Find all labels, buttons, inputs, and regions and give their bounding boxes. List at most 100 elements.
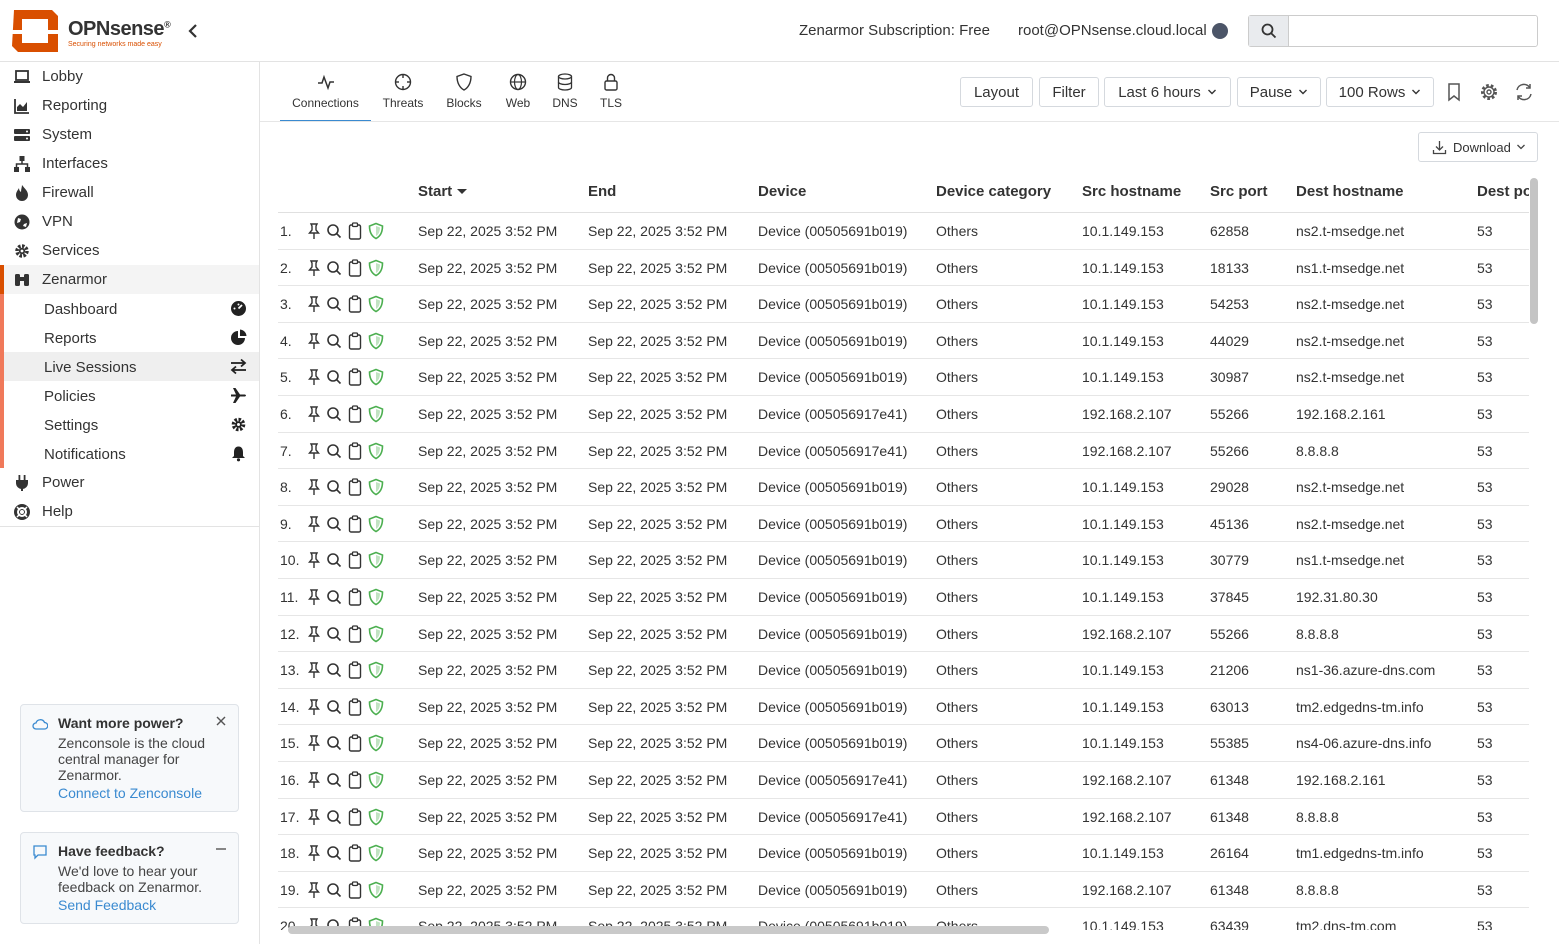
- column-header-src-port[interactable]: Src port: [1210, 183, 1268, 200]
- table-row[interactable]: 16. Sep 22, 2025 3:52 PM Sep 22, 2025 3:52…: [278, 762, 1529, 799]
- sidebar-subitem-live-sessions[interactable]: Live Sessions: [4, 352, 259, 381]
- search-icon[interactable]: [326, 588, 342, 606]
- search-icon[interactable]: [326, 625, 342, 643]
- pin-icon[interactable]: [306, 661, 322, 679]
- search-icon[interactable]: [326, 734, 342, 752]
- table-row[interactable]: 8. Sep 22, 2025 3:52 PM Sep 22, 2025 3:52 …: [278, 469, 1529, 506]
- pin-icon[interactable]: [306, 551, 322, 569]
- sidebar-item-interfaces[interactable]: Interfaces: [0, 149, 259, 178]
- pin-icon[interactable]: [306, 442, 322, 460]
- sidebar-item-zenarmor[interactable]: Zenarmor: [0, 265, 259, 294]
- shield-icon[interactable]: [368, 442, 384, 460]
- shield-icon[interactable]: [368, 844, 384, 862]
- table-row[interactable]: 5. Sep 22, 2025 3:52 PM Sep 22, 2025 3:52 …: [278, 359, 1529, 396]
- shield-icon[interactable]: [368, 698, 384, 716]
- table-row[interactable]: 1. Sep 22, 2025 3:52 PM Sep 22, 2025 3:52 …: [278, 213, 1529, 250]
- search-input[interactable]: [1290, 16, 1536, 46]
- clipboard-icon[interactable]: [347, 881, 363, 899]
- shield-icon[interactable]: [368, 332, 384, 350]
- tab-connections[interactable]: Connections: [280, 62, 371, 122]
- tab-threats[interactable]: Threats: [377, 62, 429, 122]
- sidebar-item-reporting[interactable]: Reporting: [0, 91, 259, 120]
- clipboard-icon[interactable]: [347, 515, 363, 533]
- shield-icon[interactable]: [368, 588, 384, 606]
- search-icon[interactable]: [326, 808, 342, 826]
- pin-icon[interactable]: [306, 808, 322, 826]
- sidebar-item-services[interactable]: Services: [0, 236, 259, 265]
- pin-icon[interactable]: [306, 881, 322, 899]
- table-row[interactable]: 11. Sep 22, 2025 3:52 PM Sep 22, 2025 3:52…: [278, 579, 1529, 616]
- vertical-scrollbar[interactable]: [1530, 178, 1538, 324]
- clipboard-icon[interactable]: [347, 295, 363, 313]
- clipboard-icon[interactable]: [347, 624, 363, 643]
- download-button[interactable]: Download: [1418, 132, 1538, 162]
- table-row[interactable]: 9. Sep 22, 2025 3:52 PM Sep 22, 2025 3:52 …: [278, 506, 1529, 543]
- sidebar-item-system[interactable]: System: [0, 120, 259, 149]
- pin-icon[interactable]: [306, 515, 322, 533]
- shield-icon[interactable]: [368, 405, 384, 423]
- search-icon[interactable]: [326, 295, 342, 313]
- pin-icon[interactable]: [306, 478, 322, 496]
- column-header-end[interactable]: End: [588, 183, 616, 200]
- search-icon[interactable]: [326, 222, 342, 240]
- shield-icon[interactable]: [368, 661, 384, 679]
- shield-icon[interactable]: [368, 881, 384, 899]
- sidebar-subitem-dashboard[interactable]: Dashboard: [4, 294, 259, 323]
- rows-per-page-dropdown[interactable]: 100 Rows: [1326, 77, 1434, 107]
- send-feedback-link[interactable]: Send Feedback: [58, 897, 156, 913]
- pin-icon[interactable]: [306, 368, 322, 386]
- clipboard-icon[interactable]: [347, 478, 363, 496]
- search-button[interactable]: [1249, 16, 1289, 46]
- sidebar-subitem-reports[interactable]: Reports: [4, 323, 259, 352]
- opnsense-logo[interactable]: OPNsense® Securing networks made easy: [10, 6, 171, 56]
- pin-icon[interactable]: [306, 771, 322, 789]
- column-header-src-hostname[interactable]: Src hostname: [1082, 183, 1181, 200]
- time-range-dropdown[interactable]: Last 6 hours: [1104, 77, 1231, 107]
- pin-icon[interactable]: [306, 844, 322, 862]
- table-row[interactable]: 12. Sep 22, 2025 3:52 PM Sep 22, 2025 3:52…: [278, 616, 1529, 653]
- sidebar-subitem-policies[interactable]: Policies: [4, 381, 259, 410]
- sidebar-subitem-settings[interactable]: Settings: [4, 410, 259, 439]
- table-row[interactable]: 4. Sep 22, 2025 3:52 PM Sep 22, 2025 3:52 …: [278, 323, 1529, 360]
- table-row[interactable]: 10. Sep 22, 2025 3:52 PM Sep 22, 2025 3:52…: [278, 542, 1529, 579]
- pin-icon[interactable]: [306, 625, 322, 643]
- column-header-dest-port[interactable]: Dest po: [1477, 183, 1529, 200]
- pin-icon[interactable]: [306, 332, 322, 350]
- sidebar-item-lobby[interactable]: Lobby: [0, 62, 259, 91]
- shield-icon[interactable]: [368, 515, 384, 533]
- search-icon[interactable]: [326, 478, 342, 496]
- horizontal-scrollbar[interactable]: [288, 926, 1049, 934]
- pin-icon[interactable]: [306, 295, 322, 313]
- sidebar-item-help[interactable]: Help: [0, 497, 259, 526]
- table-row[interactable]: 18. Sep 22, 2025 3:52 PM Sep 22, 2025 3:52…: [278, 835, 1529, 872]
- refresh-icon[interactable]: [1513, 81, 1535, 103]
- pin-icon[interactable]: [306, 259, 322, 277]
- shield-icon[interactable]: [368, 295, 384, 313]
- table-row[interactable]: 3. Sep 22, 2025 3:52 PM Sep 22, 2025 3:52 …: [278, 286, 1529, 323]
- column-header-start[interactable]: Start: [418, 183, 468, 200]
- search-icon[interactable]: [326, 332, 342, 350]
- search-icon[interactable]: [326, 515, 342, 533]
- shield-icon[interactable]: [368, 808, 384, 826]
- collapse-sidebar-chevron-icon[interactable]: [184, 20, 202, 42]
- settings-gear-icon[interactable]: [1478, 81, 1500, 103]
- search-icon[interactable]: [326, 698, 342, 716]
- pin-icon[interactable]: [306, 222, 322, 240]
- table-row[interactable]: 15. Sep 22, 2025 3:52 PM Sep 22, 2025 3:52…: [278, 725, 1529, 762]
- clipboard-icon[interactable]: [347, 405, 363, 423]
- pin-icon[interactable]: [306, 698, 322, 716]
- table-row[interactable]: 14. Sep 22, 2025 3:52 PM Sep 22, 2025 3:52…: [278, 689, 1529, 726]
- close-icon[interactable]: [214, 714, 228, 728]
- tab-dns[interactable]: DNS: [548, 62, 582, 122]
- tab-tls[interactable]: TLS: [595, 62, 627, 122]
- clipboard-icon[interactable]: [347, 258, 363, 277]
- sidebar-subitem-notifications[interactable]: Notifications: [4, 439, 259, 468]
- shield-icon[interactable]: [368, 259, 384, 277]
- search-icon[interactable]: [326, 771, 342, 789]
- shield-icon[interactable]: [368, 734, 384, 752]
- table-row[interactable]: 13. Sep 22, 2025 3:52 PM Sep 22, 2025 3:52…: [278, 652, 1529, 689]
- user-menu[interactable]: root@OPNsense.cloud.local: [1018, 22, 1207, 39]
- search-icon[interactable]: [326, 368, 342, 386]
- pin-icon[interactable]: [306, 588, 322, 606]
- table-row[interactable]: 6. Sep 22, 2025 3:52 PM Sep 22, 2025 3:52 …: [278, 396, 1529, 433]
